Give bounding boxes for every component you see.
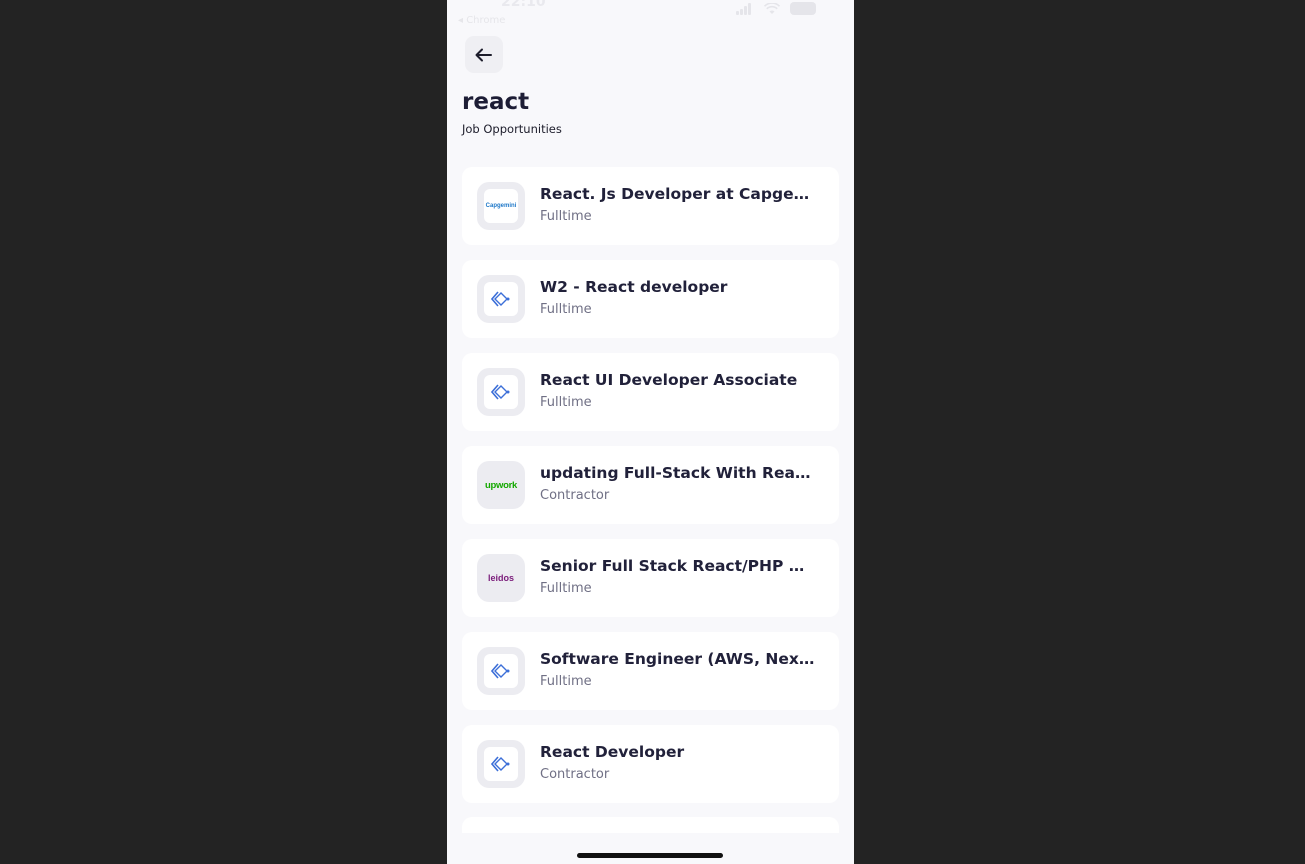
leidos-logo: leidos: [487, 573, 514, 583]
company-logo: [477, 275, 525, 323]
job-type: Fulltime: [540, 581, 592, 596]
status-icons: [736, 2, 816, 15]
status-bar: 22:10 ◂ Chrome: [447, 0, 854, 28]
job-type: Fulltime: [540, 395, 592, 410]
job-title: Software Engineer (AWS, Next.js, Re...: [540, 650, 815, 668]
company-logo: Capgemini: [477, 182, 525, 230]
page-title: react: [462, 89, 530, 115]
job-title: React UI Developer Associate: [540, 371, 798, 389]
page-subtitle: Job Opportunities: [462, 122, 562, 136]
job-title: W2 - React developer: [540, 278, 728, 296]
job-card[interactable]: React Developer Contractor: [462, 725, 839, 803]
arrow-left-icon: [475, 48, 492, 61]
job-card[interactable]: upwork updating Full-Stack With React to…: [462, 446, 839, 524]
generic-company-icon: [491, 384, 510, 400]
job-card[interactable]: leidos Senior Full Stack React/PHP Devel…: [462, 539, 839, 617]
company-logo: [477, 368, 525, 416]
capgemini-logo: Capgemini: [485, 203, 517, 209]
generic-company-icon: [491, 756, 510, 772]
job-type: Contractor: [540, 488, 610, 503]
status-time: 22:10: [501, 0, 546, 10]
bottom-safe-area: [447, 833, 854, 864]
home-indicator[interactable]: [577, 853, 723, 858]
job-title: React Developer: [540, 743, 685, 761]
back-button[interactable]: [465, 36, 503, 73]
company-logo: upwork: [477, 461, 525, 509]
job-type: Fulltime: [540, 674, 592, 689]
phone-screen: 22:10 ◂ Chrome react Job Opportunities C…: [447, 0, 854, 864]
job-card[interactable]: React UI Developer Associate Fulltime: [462, 353, 839, 431]
job-card[interactable]: W2 - React developer Fulltime: [462, 260, 839, 338]
job-card[interactable]: Capgemini React. Js Developer at Capgemi…: [462, 167, 839, 245]
company-logo: [477, 740, 525, 788]
generic-company-icon: [491, 291, 510, 307]
back-to-app-link[interactable]: ◂ Chrome: [458, 15, 505, 26]
job-card[interactable]: Software Engineer (AWS, Next.js, Re... F…: [462, 632, 839, 710]
job-list: Capgemini React. Js Developer at Capgemi…: [462, 167, 839, 818]
battery-icon: [790, 2, 816, 15]
job-title: React. Js Developer at Capgemini Il...: [540, 185, 815, 203]
job-type: Fulltime: [540, 302, 592, 317]
upwork-logo: upwork: [485, 479, 517, 491]
job-type: Contractor: [540, 767, 610, 782]
job-type: Fulltime: [540, 209, 592, 224]
company-logo: [477, 647, 525, 695]
cellular-signal-icon: [736, 2, 754, 15]
wifi-icon: [764, 2, 780, 14]
generic-company-icon: [491, 663, 510, 679]
job-title: updating Full-Stack With React to...: [540, 464, 815, 482]
company-logo: leidos: [477, 554, 525, 602]
job-title: Senior Full Stack React/PHP Develo...: [540, 557, 815, 575]
